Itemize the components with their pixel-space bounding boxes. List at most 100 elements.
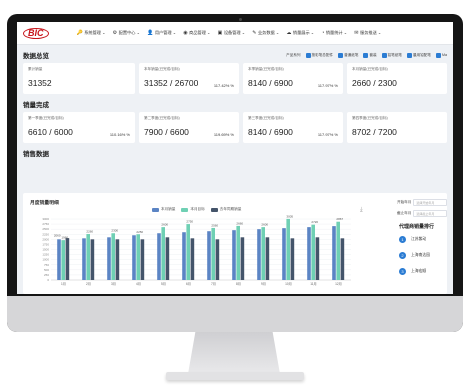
bar-2 <box>86 234 90 280</box>
card-percent: 117.42% % <box>213 83 234 88</box>
card-label: 累计销量 <box>28 67 43 71</box>
card-label: 第一季度(已完成/目标) <box>28 116 64 120</box>
monitor-stand-base <box>166 372 304 380</box>
nav-label: 设备管理 ⌄ <box>223 30 246 35</box>
brand-logo[interactable]: BIC <box>23 27 49 39</box>
rank-item: 3 上海宏顺 <box>397 268 447 275</box>
bar-3 <box>90 239 95 280</box>
y-tick-label: 2750 <box>42 222 49 226</box>
x-tick-label: 11月 <box>310 282 317 286</box>
data-label: 2260 <box>86 230 93 234</box>
start-month-row: 开始年月 选择开始年月 <box>397 199 447 206</box>
bar-2 <box>136 234 140 280</box>
bar-2 <box>61 240 65 280</box>
data-label: 2250 <box>136 230 143 234</box>
y-tick-label: 1750 <box>42 242 49 246</box>
completion-cards: 第一季度(已完成/目标) 6610 / 6000 110.16% % 第二季度(已… <box>17 112 453 143</box>
completion-card: 第三季度(已完成/目标) 8140 / 6900 117.97% % <box>243 112 343 143</box>
overview-card: 本季销量(已完成/目标) 8140 / 6900 117.97% % <box>243 63 343 94</box>
y-tick-label: 3000 <box>42 217 49 221</box>
bar-3 <box>140 239 145 280</box>
nav-item-2[interactable]: ⚙ 配置中心 ⌄ <box>113 30 140 36</box>
nav-label: 销量展示 ⌄ <box>292 30 315 35</box>
product-series-filters: 产品系列 按彩笔总配件 普通纸笔 套装 铅笔纸笔 晨用铅配笔 Ma <box>286 52 447 58</box>
agent-rank-list: 1 江苏紫动 2 上海南达园 3 上海宏顺 <box>397 236 447 275</box>
overview-title: 数据总览 <box>23 53 49 60</box>
legend-item[interactable]: 本月销量 <box>152 207 175 212</box>
product-icon: ◉ <box>183 30 188 36</box>
rank-number: 2 <box>399 252 406 259</box>
completion-header: 销量完成 <box>17 94 453 112</box>
bar-1 <box>157 233 161 280</box>
overview-card: 本年销量(已完成/目标) 31352 / 26700 117.42% % <box>139 63 239 94</box>
start-month-label: 开始年月 <box>397 200 412 204</box>
x-tick-label: 1月 <box>61 282 66 286</box>
filter-checkbox[interactable]: 套装 <box>363 52 377 58</box>
nav-item-7[interactable]: ☁ 销量展示 ⌄ <box>286 30 314 36</box>
legend-swatch <box>181 207 189 212</box>
legend-item[interactable]: 去年同期销量 <box>210 207 242 212</box>
bar-3 <box>215 239 220 280</box>
filter-label: 铅笔纸笔 <box>387 52 403 57</box>
chart-side-panel: 开始年月 选择开始年月 截止年月 选择截止年月 代理商销量排行 1 江苏紫动 2 上海… <box>397 199 447 284</box>
sales-chart-panel: 0 250 500 750 1000 1250 1500 1750 2000 2250 2500 27… <box>23 193 447 294</box>
filter-checkbox[interactable]: 铅笔纸笔 <box>381 52 403 58</box>
y-tick-label: 1500 <box>42 248 49 252</box>
sales-header: 销售数据 <box>17 143 453 161</box>
filter-checkbox[interactable]: 普通纸笔 <box>338 52 358 58</box>
top-nav-bar: BIC 🔑 系统管理 ⌄ ⚙ 配置中心 ⌄ 👤 用户管理 ⌄ ◉ 商品管理 ⌄ ▣ 设备管理 ⌄ ✎… <box>17 22 453 45</box>
chat-icon: ✉ <box>354 30 359 36</box>
monitor-stand <box>188 332 280 374</box>
card-value: 31352 <box>28 78 52 88</box>
nav-item-4[interactable]: ◉ 商品管理 ⌄ <box>183 30 210 36</box>
filter-label: 套装 <box>369 52 377 57</box>
bar-3 <box>265 237 270 280</box>
checkbox-checked-icon <box>363 52 369 58</box>
data-label: 2600 <box>261 223 268 227</box>
legend-label: 去年同期销量 <box>219 207 242 211</box>
start-month-input[interactable]: 选择开始年月 <box>413 199 447 206</box>
data-label: 2660 <box>236 221 243 225</box>
data-label: 2300 <box>111 229 118 233</box>
filter-checkbox[interactable]: Ma <box>436 52 447 58</box>
nav-item-9[interactable]: ✉ 服务推送 ⌄ <box>354 30 381 36</box>
x-tick-label: 3月 <box>111 282 116 286</box>
overview-cards: 累计销量 31352 本年销量(已完成/目标) 31352 / 26700 11… <box>17 63 453 94</box>
bar-1 <box>82 238 86 280</box>
chart-title: 月度销量明细 <box>30 201 59 206</box>
bar-3 <box>340 238 345 280</box>
cloud-icon: ☁ <box>286 30 292 36</box>
nav-label: 销量统计 ⌄ <box>325 30 348 35</box>
card-label: 第四季度(已完成/目标) <box>352 116 388 120</box>
x-tick-label: 9月 <box>261 282 266 286</box>
nav-item-8[interactable]: ◔ 销量统计 ⌄ <box>321 30 347 36</box>
end-month-input[interactable]: 选择截止年月 <box>413 210 447 217</box>
card-value: 2660 / 2300 <box>352 78 397 88</box>
nav-item-1[interactable]: 🔑 系统管理 ⌄ <box>77 30 106 36</box>
data-label: 2750 <box>186 220 193 224</box>
legend-item[interactable]: 本月目标 <box>181 207 205 212</box>
rank-name: 上海南达园 <box>411 253 430 257</box>
data-label: 2600 <box>161 223 168 227</box>
completion-card: 第二季度(已完成/目标) 7900 / 6600 119.69% % <box>139 112 239 143</box>
card-label: 本季销量(已完成/目标) <box>248 67 284 71</box>
nav-item-3[interactable]: 👤 用户管理 ⌄ <box>147 30 176 36</box>
bar-2 <box>161 227 165 280</box>
bar-2 <box>311 224 315 280</box>
y-tick-label: 2500 <box>42 227 49 231</box>
data-label: 2720 <box>311 220 318 224</box>
card-label: 本年销量(已完成/目标) <box>144 67 180 71</box>
card-value: 8702 / 7200 <box>352 127 397 137</box>
data-label: 2560 <box>211 223 218 227</box>
y-tick-label: 0 <box>47 278 49 282</box>
filter-checkbox[interactable]: 按彩笔总配件 <box>305 52 333 58</box>
nav-item-5[interactable]: ▣ 设备管理 ⌄ <box>218 30 246 36</box>
bar-1 <box>332 226 336 280</box>
nav-label: 服务推送 ⌄ <box>360 30 382 35</box>
card-percent: 110.16% % <box>109 132 130 137</box>
y-tick-label: 500 <box>44 268 49 272</box>
filter-checkbox[interactable]: 晨用铅配笔 <box>407 52 431 58</box>
pen-icon: ✎ <box>252 30 257 36</box>
nav-item-6[interactable]: ✎ 业务数据 ⌄ <box>252 30 279 36</box>
download-icon[interactable]: ⤓ <box>360 207 363 214</box>
